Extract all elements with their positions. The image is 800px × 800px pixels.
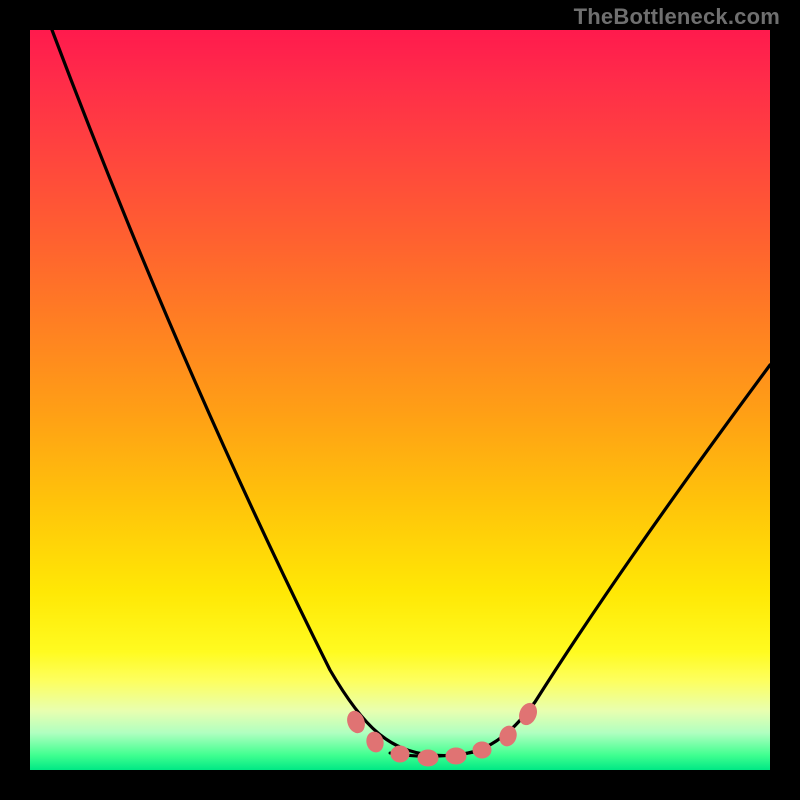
marker-dot [446, 748, 466, 764]
watermark-text: TheBottleneck.com [574, 4, 780, 30]
marker-dot [418, 750, 438, 766]
marker-dot [473, 742, 491, 758]
marker-dot [365, 730, 386, 753]
marker-dot [391, 746, 409, 762]
chart-svg [30, 30, 770, 770]
marker-dot [497, 724, 518, 748]
chart-frame: TheBottleneck.com [0, 0, 800, 800]
bottleneck-curve [52, 30, 770, 756]
marker-dot [516, 701, 539, 727]
marker-dot [345, 709, 368, 735]
